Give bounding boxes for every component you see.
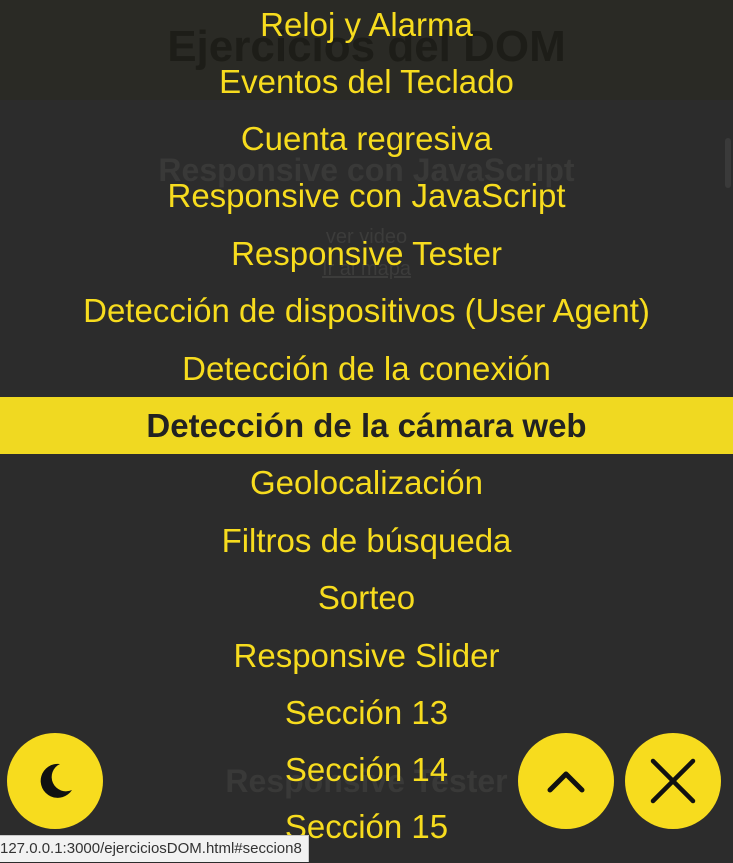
menu-item-seccion-13[interactable]: Sección 13 — [0, 684, 733, 741]
menu-item-seccion-14[interactable]: Sección 14 — [0, 741, 733, 798]
menu-item-responsive-slider[interactable]: Responsive Slider — [0, 627, 733, 684]
menu-item-sorteo[interactable]: Sorteo — [0, 569, 733, 626]
nav-menu: Reloj y Alarma Eventos del Teclado Cuent… — [0, 0, 733, 863]
close-icon — [650, 758, 696, 804]
close-menu-button[interactable] — [625, 733, 721, 829]
menu-item-eventos-teclado[interactable]: Eventos del Teclado — [0, 53, 733, 110]
menu-item-cuenta-regresiva[interactable]: Cuenta regresiva — [0, 110, 733, 167]
menu-item-user-agent[interactable]: Detección de dispositivos (User Agent) — [0, 282, 733, 339]
page: Ejercicios del DOM Responsive con JavaSc… — [0, 0, 733, 863]
menu-item-responsive-tester[interactable]: Responsive Tester — [0, 225, 733, 282]
chevron-up-icon — [547, 771, 585, 793]
moon-icon — [40, 763, 72, 798]
dark-mode-button[interactable] — [7, 733, 103, 829]
scroll-top-button[interactable] — [518, 733, 614, 829]
menu-item-conexion[interactable]: Detección de la conexión — [0, 340, 733, 397]
menu-item-geolocalizacion[interactable]: Geolocalización — [0, 454, 733, 511]
menu-item-responsive-js[interactable]: Responsive con JavaScript — [0, 167, 733, 224]
menu-item-camara-web[interactable]: Detección de la cámara web — [0, 397, 733, 454]
menu-item-filtros-busqueda[interactable]: Filtros de búsqueda — [0, 512, 733, 569]
menu-item-reloj-alarma[interactable]: Reloj y Alarma — [0, 0, 733, 53]
status-bar-url: 127.0.0.1:3000/ejerciciosDOM.html#seccio… — [0, 835, 309, 862]
